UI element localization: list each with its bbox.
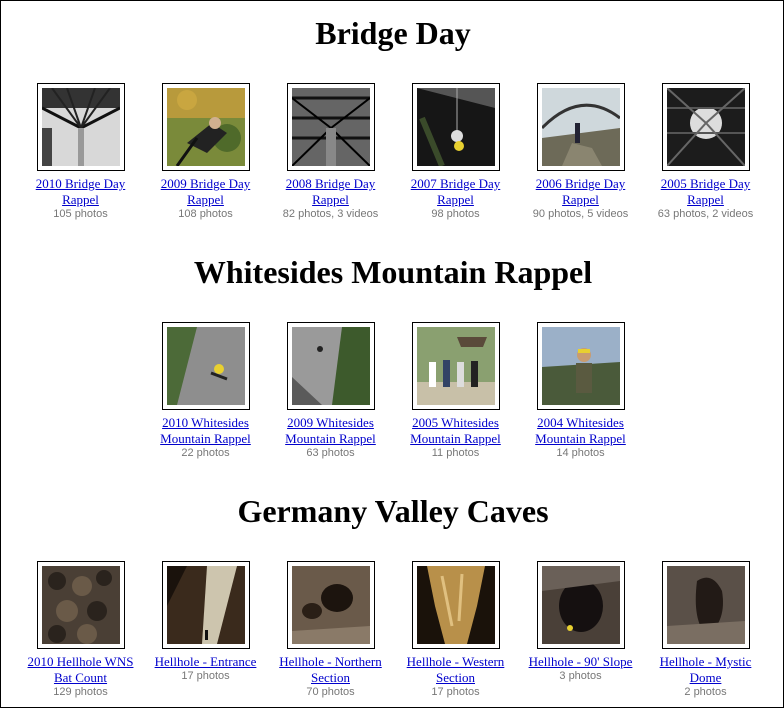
album-thumbnail[interactable] xyxy=(661,83,750,171)
album-count: 70 photos xyxy=(306,686,355,698)
album-card[interactable]: Hellhole - Northern Section 70 photos xyxy=(268,561,393,699)
gorge-bridge-photo xyxy=(541,88,620,166)
album-count: 129 photos xyxy=(53,686,108,698)
album-thumbnail[interactable] xyxy=(536,83,625,171)
album-count: 63 photos, 2 videos xyxy=(657,208,754,220)
album-card[interactable]: 2004 Whitesides Mountain Rappel 14 photo… xyxy=(518,322,643,460)
album-link[interactable]: 2005 Bridge Day Rappel xyxy=(643,176,768,208)
album-thumbnail[interactable] xyxy=(36,83,125,171)
album-link[interactable]: 2006 Bridge Day Rappel xyxy=(518,176,643,208)
album-card[interactable]: 2007 Bridge Day Rappel 98 photos xyxy=(393,83,518,221)
page-frame: Bridge Day 2010 Bridge Day Rappel 105 ph… xyxy=(0,0,784,708)
album-card[interactable]: 2009 Bridge Day Rappel 108 photos xyxy=(143,83,268,221)
album-count: 98 photos xyxy=(431,208,480,220)
cliff-climber-photo xyxy=(166,327,245,405)
album-thumbnail[interactable] xyxy=(286,322,375,410)
section-title-whitesides: Whitesides Mountain Rappel xyxy=(193,254,593,290)
album-card[interactable]: 2010 Whitesides Mountain Rappel 22 photo… xyxy=(143,322,268,460)
album-link[interactable]: 2007 Bridge Day Rappel xyxy=(393,176,518,208)
album-count: 108 photos xyxy=(178,208,233,220)
bridge-truss-photo xyxy=(291,88,370,166)
album-card[interactable]: Hellhole - Entrance 17 photos xyxy=(143,561,268,683)
album-card[interactable]: 2009 Whitesides Mountain Rappel 63 photo… xyxy=(268,322,393,460)
bridge-underside-photo xyxy=(666,88,745,166)
album-link[interactable]: Hellhole - Western Section xyxy=(393,654,518,686)
album-thumbnail[interactable] xyxy=(411,561,500,649)
album-card[interactable]: 2006 Bridge Day Rappel 90 photos, 5 vide… xyxy=(518,83,643,221)
album-card[interactable]: 2010 Bridge Day Rappel 105 photos xyxy=(18,83,143,221)
album-link[interactable]: Hellhole - Entrance xyxy=(143,654,268,670)
climber-portrait-photo xyxy=(541,327,620,405)
album-thumbnail[interactable] xyxy=(411,83,500,171)
album-card[interactable]: 2010 Hellhole WNS Bat Count 129 photos xyxy=(18,561,143,699)
album-link[interactable]: 2004 Whitesides Mountain Rappel xyxy=(518,415,643,447)
album-link[interactable]: Hellhole - Northern Section xyxy=(268,654,393,686)
section-title-bridge-day: Bridge Day xyxy=(315,15,471,51)
album-thumbnail[interactable] xyxy=(161,322,250,410)
album-thumbnail[interactable] xyxy=(286,561,375,649)
album-card[interactable]: 2005 Bridge Day Rappel 63 photos, 2 vide… xyxy=(643,83,768,221)
album-card[interactable]: Hellhole - Western Section 17 photos xyxy=(393,561,518,699)
album-thumbnail[interactable] xyxy=(536,561,625,649)
album-count: 14 photos xyxy=(556,447,605,459)
album-link[interactable]: 2010 Hellhole WNS Bat Count xyxy=(18,654,143,686)
album-card[interactable]: 2008 Bridge Day Rappel 82 photos, 3 vide… xyxy=(268,83,393,221)
album-thumbnail[interactable] xyxy=(161,83,250,171)
album-thumbnail[interactable] xyxy=(411,322,500,410)
rappeller-photo xyxy=(166,88,245,166)
cave-dome-photo xyxy=(666,566,745,644)
album-count: 22 photos xyxy=(181,447,230,459)
rappeller-descending-photo xyxy=(416,88,495,166)
album-count: 11 photos xyxy=(431,447,480,459)
album-count: 82 photos, 3 videos xyxy=(282,208,379,220)
album-count: 17 photos xyxy=(181,670,230,682)
album-card[interactable]: Hellhole - Mystic Dome 2 photos xyxy=(643,561,768,699)
album-link[interactable]: 2009 Bridge Day Rappel xyxy=(143,176,268,208)
album-link[interactable]: 2010 Bridge Day Rappel xyxy=(18,176,143,208)
album-card[interactable]: 2005 Whitesides Mountain Rappel 11 photo… xyxy=(393,322,518,460)
rock-face-photo xyxy=(291,327,370,405)
album-link[interactable]: 2005 Whitesides Mountain Rappel xyxy=(393,415,518,447)
album-count: 63 photos xyxy=(306,447,355,459)
album-thumbnail[interactable] xyxy=(161,561,250,649)
album-link[interactable]: Hellhole - 90' Slope xyxy=(518,654,643,670)
cave-slope-photo xyxy=(541,566,620,644)
album-count: 90 photos, 5 videos xyxy=(532,208,629,220)
album-count: 3 photos xyxy=(559,670,602,682)
bridge-photo xyxy=(41,88,120,166)
album-thumbnail[interactable] xyxy=(286,83,375,171)
album-count: 17 photos xyxy=(431,686,480,698)
cave-formation-photo xyxy=(416,566,495,644)
album-thumbnail[interactable] xyxy=(536,322,625,410)
cave-passage-photo xyxy=(291,566,370,644)
album-link[interactable]: Hellhole - Mystic Dome xyxy=(643,654,768,686)
album-count: 105 photos xyxy=(53,208,108,220)
album-link[interactable]: 2008 Bridge Day Rappel xyxy=(268,176,393,208)
album-link[interactable]: 2010 Whitesides Mountain Rappel xyxy=(143,415,268,447)
album-count: 2 photos xyxy=(684,686,727,698)
album-card[interactable]: Hellhole - 90' Slope 3 photos xyxy=(518,561,643,683)
bats-photo xyxy=(41,566,120,644)
album-thumbnail[interactable] xyxy=(36,561,125,649)
cave-entrance-photo xyxy=(166,566,245,644)
section-title-germany-valley-caves: Germany Valley Caves xyxy=(237,493,549,529)
album-thumbnail[interactable] xyxy=(661,561,750,649)
album-link[interactable]: 2009 Whitesides Mountain Rappel xyxy=(268,415,393,447)
group-photo xyxy=(416,327,495,405)
